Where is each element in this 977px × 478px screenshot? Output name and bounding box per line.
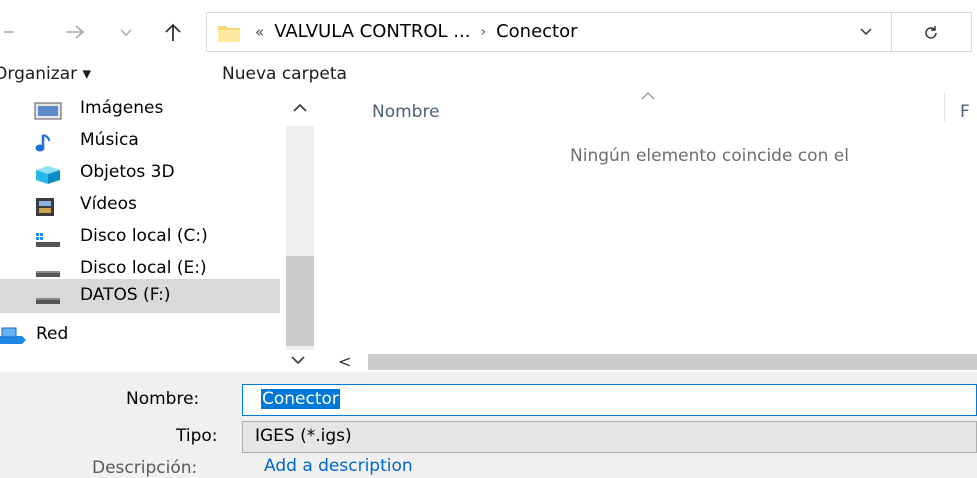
- nav-item-datos-f[interactable]: DATOS (F:): [0, 279, 280, 313]
- folder-icon: [218, 26, 240, 42]
- refresh-button[interactable]: [892, 12, 972, 52]
- nav-item-images[interactable]: Imágenes: [0, 94, 280, 126]
- drive-icon: [36, 271, 60, 277]
- nav-item-network[interactable]: Red: [0, 320, 280, 352]
- breadcrumb-item-valvula[interactable]: VALVULA CONTROL ...: [274, 21, 470, 42]
- breadcrumb-separator[interactable]: ›: [480, 24, 486, 40]
- nav-item-disk-c[interactable]: Disco local (C:): [0, 222, 280, 254]
- column-divider[interactable]: [944, 92, 945, 122]
- file-name-label: Nombre:: [126, 389, 200, 409]
- file-list-horizontal-scrollbar[interactable]: <: [322, 350, 977, 374]
- drive-icon: [36, 298, 60, 304]
- column-header-date[interactable]: F: [960, 102, 970, 122]
- videos-icon: [36, 198, 54, 216]
- nav-item-videos[interactable]: Vídeos: [0, 190, 280, 222]
- file-type-value: IGES (*.igs): [255, 426, 352, 446]
- breadcrumb-item-conector[interactable]: Conector: [496, 21, 577, 42]
- forward-arrow-icon: [66, 25, 85, 39]
- nav-item-label: Imágenes: [80, 98, 164, 118]
- new-folder-button[interactable]: Nueva carpeta: [222, 60, 347, 88]
- music-icon: [35, 134, 50, 152]
- back-arrow-icon: [4, 31, 14, 33]
- file-name-input[interactable]: Conector: [242, 384, 977, 416]
- file-type-select[interactable]: IGES (*.igs): [242, 421, 977, 453]
- address-dropdown-icon[interactable]: [859, 24, 873, 38]
- scroll-down-icon[interactable]: [290, 354, 306, 366]
- nav-item-3d-objects[interactable]: Objetos 3D: [0, 158, 280, 190]
- refresh-icon: [925, 26, 937, 39]
- nav-pane-scrollbar[interactable]: [280, 92, 318, 370]
- file-name-value: Conector: [261, 389, 340, 409]
- scroll-up-icon[interactable]: [292, 102, 308, 114]
- chevron-down-icon: [120, 29, 132, 37]
- windows-drive-icon: [36, 233, 60, 247]
- nav-item-label: Red: [36, 324, 69, 344]
- horizontal-scrollbar-thumb[interactable]: [368, 354, 977, 370]
- file-type-label: Tipo:: [176, 426, 218, 446]
- up-button[interactable]: [158, 16, 188, 48]
- description-label: Descripción:: [92, 458, 198, 478]
- back-button[interactable]: [0, 16, 18, 48]
- network-icon: [0, 327, 26, 344]
- nav-item-music[interactable]: Música: [0, 126, 280, 158]
- nav-item-label: Disco local (E:): [80, 258, 207, 278]
- column-header-name[interactable]: Nombre: [372, 102, 440, 122]
- add-description-link[interactable]: Add a description: [264, 456, 413, 476]
- organize-menu[interactable]: Organizar ▾: [0, 60, 91, 88]
- scroll-left-icon[interactable]: <: [338, 352, 351, 371]
- pictures-icon: [34, 102, 62, 120]
- 3d-objects-icon: [36, 166, 60, 184]
- recent-locations-button[interactable]: [114, 16, 138, 48]
- nav-item-label: Vídeos: [80, 194, 137, 214]
- forward-button[interactable]: [58, 16, 92, 48]
- sort-ascending-icon: [641, 92, 655, 100]
- empty-list-message: Ningún elemento coincide con el: [570, 146, 849, 166]
- nav-item-label: Objetos 3D: [80, 162, 175, 182]
- navigation-pane: Imágenes Música Objetos 3D Vídeos Disco …: [0, 92, 318, 372]
- breadcrumb-overflow[interactable]: «: [255, 23, 264, 41]
- nav-item-label: DATOS (F:): [80, 285, 171, 305]
- breadcrumb: « VALVULA CONTROL ... › Conector: [255, 21, 578, 42]
- address-bar[interactable]: « VALVULA CONTROL ... › Conector: [206, 12, 892, 52]
- scrollbar-thumb[interactable]: [286, 256, 314, 346]
- up-arrow-icon: [165, 23, 181, 41]
- nav-item-label: Disco local (C:): [80, 226, 208, 246]
- nav-item-label: Música: [80, 130, 139, 150]
